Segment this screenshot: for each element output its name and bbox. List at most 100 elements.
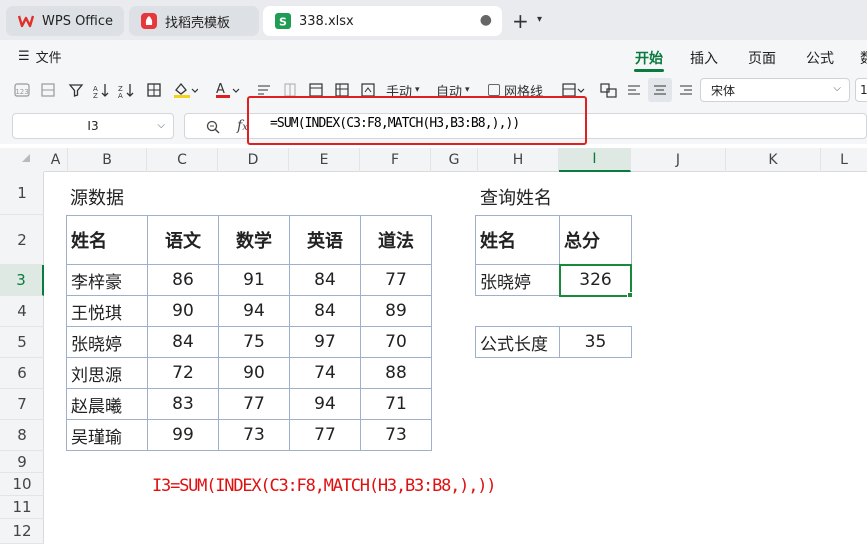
- cell-score[interactable]: 89: [360, 295, 432, 327]
- menu-hamburger-icon: ☰: [18, 49, 30, 64]
- cell-score[interactable]: 73: [360, 419, 432, 451]
- fill-handle[interactable]: [627, 292, 633, 298]
- cell-score[interactable]: 94: [289, 388, 361, 420]
- active-cell-outline: [559, 264, 632, 297]
- row-header-3[interactable]: 3: [0, 265, 44, 296]
- cell-score[interactable]: 84: [289, 295, 361, 327]
- filter-icon[interactable]: [68, 81, 84, 99]
- row-header-6[interactable]: 6: [0, 358, 44, 389]
- column-header-l[interactable]: L: [821, 148, 867, 172]
- close-tab-icon[interactable]: ●: [480, 12, 492, 28]
- clear-format-icon[interactable]: [40, 81, 56, 99]
- column-header-h[interactable]: H: [478, 148, 559, 172]
- cell-score[interactable]: 91: [218, 264, 290, 296]
- source-data-label[interactable]: 源数据: [70, 184, 124, 210]
- font-family-select[interactable]: 宋体 ⌵: [700, 78, 850, 102]
- sort-ascending-icon[interactable]: AZ: [93, 81, 111, 99]
- row-header-1[interactable]: 1: [0, 172, 44, 215]
- tab-template[interactable]: 找稻壳模板: [129, 6, 259, 36]
- cell-name[interactable]: 吴瑾瑜: [66, 419, 148, 451]
- query-header-total[interactable]: 总分: [559, 215, 632, 265]
- header-cell-math[interactable]: 数学: [218, 215, 290, 265]
- cell-score[interactable]: 77: [289, 419, 361, 451]
- ribbon-tab-start[interactable]: 开始: [635, 48, 663, 68]
- query-name-label[interactable]: 查询姓名: [480, 184, 552, 210]
- cell-score[interactable]: 99: [147, 419, 219, 451]
- formula-note[interactable]: I3=SUM(INDEX(C3:F8,MATCH(H3,B3:B8,),)): [152, 476, 497, 496]
- cell-score[interactable]: 84: [289, 264, 361, 296]
- ribbon-tab-insert[interactable]: 插入: [690, 48, 718, 68]
- cell-name[interactable]: 王悦琪: [66, 295, 148, 327]
- file-menu[interactable]: ☰ 文件: [18, 47, 62, 66]
- query-name-cell[interactable]: 张晓婷: [475, 264, 560, 296]
- ribbon-tab-data[interactable]: 数: [860, 48, 867, 68]
- row-header-5[interactable]: 5: [0, 327, 44, 358]
- align-right-icon[interactable]: [678, 81, 694, 99]
- row-header-10[interactable]: 10: [0, 473, 44, 496]
- cell-name[interactable]: 刘思源: [66, 357, 148, 389]
- ribbon-tab-formula[interactable]: 公式: [806, 48, 834, 68]
- ribbon-tab-page[interactable]: 页面: [748, 48, 776, 68]
- row-header-7[interactable]: 7: [0, 389, 44, 420]
- cell-name[interactable]: 赵晨曦: [66, 388, 148, 420]
- zoom-icon[interactable]: [206, 119, 220, 138]
- new-tab-icon[interactable]: +: [512, 9, 529, 33]
- tab-wps-office[interactable]: WPS Office: [6, 6, 124, 36]
- cell-score[interactable]: 75: [218, 326, 290, 358]
- cell-score[interactable]: 90: [218, 357, 290, 389]
- column-header-i[interactable]: I: [559, 148, 631, 172]
- cell-score[interactable]: 72: [147, 357, 219, 389]
- row-header-2[interactable]: 2: [0, 215, 44, 265]
- sort-descending-icon[interactable]: ZA: [118, 81, 136, 99]
- row-header-8[interactable]: 8: [0, 420, 44, 451]
- header-cell-name[interactable]: 姓名: [66, 215, 148, 265]
- tab-list-chevron-icon[interactable]: ▾: [537, 14, 542, 25]
- row-header-12[interactable]: 12: [0, 519, 44, 544]
- column-header-k[interactable]: K: [726, 148, 821, 172]
- cell-score[interactable]: 90: [147, 295, 219, 327]
- cell-score[interactable]: 74: [289, 357, 361, 389]
- formula-length-label[interactable]: 公式长度: [475, 326, 560, 358]
- column-header-j[interactable]: J: [631, 148, 726, 172]
- cell-score[interactable]: 77: [218, 388, 290, 420]
- gridlines-checkbox[interactable]: [488, 84, 500, 96]
- column-header-d[interactable]: D: [218, 148, 289, 172]
- column-header-a[interactable]: A: [44, 148, 68, 172]
- column-header-f[interactable]: F: [360, 148, 431, 172]
- align-left-icon[interactable]: [626, 81, 642, 99]
- conditional-format-icon[interactable]: [600, 81, 618, 99]
- row-header-11[interactable]: 11: [0, 496, 44, 519]
- cell-score[interactable]: 97: [289, 326, 361, 358]
- header-cell-ethics[interactable]: 道法: [360, 215, 432, 265]
- cell-score[interactable]: 73: [218, 419, 290, 451]
- cell-score[interactable]: 71: [360, 388, 432, 420]
- fill-color-icon[interactable]: [172, 81, 198, 99]
- row-header-9[interactable]: 9: [0, 451, 44, 473]
- column-header-b[interactable]: B: [68, 148, 147, 172]
- cell-score[interactable]: 84: [147, 326, 219, 358]
- column-header-e[interactable]: E: [289, 148, 360, 172]
- font-color-icon[interactable]: A: [214, 81, 240, 99]
- cell-name[interactable]: 李梓豪: [66, 264, 148, 296]
- row-header-4[interactable]: 4: [0, 296, 44, 327]
- font-size-select[interactable]: 1: [855, 78, 867, 102]
- cell-score[interactable]: 88: [360, 357, 432, 389]
- number-format-icon[interactable]: 123: [14, 81, 30, 99]
- cell-name[interactable]: 张晓婷: [66, 326, 148, 358]
- cell-score[interactable]: 70: [360, 326, 432, 358]
- header-cell-chinese[interactable]: 语文: [147, 215, 219, 265]
- header-cell-english[interactable]: 英语: [289, 215, 361, 265]
- cell-score[interactable]: 83: [147, 388, 219, 420]
- column-header-c[interactable]: C: [147, 148, 218, 172]
- name-box[interactable]: I3 ⌵: [12, 113, 174, 139]
- formula-length-value[interactable]: 35: [559, 326, 632, 358]
- cell-score[interactable]: 77: [360, 264, 432, 296]
- tab-file-338[interactable]: S 338.xlsx ●: [263, 6, 502, 36]
- cell-score[interactable]: 94: [218, 295, 290, 327]
- column-header-g[interactable]: G: [431, 148, 478, 172]
- cell-score[interactable]: 86: [147, 264, 219, 296]
- align-center-icon[interactable]: [648, 78, 672, 102]
- query-header-name[interactable]: 姓名: [475, 215, 560, 265]
- borders-icon[interactable]: [146, 81, 162, 99]
- svg-text:A: A: [216, 82, 225, 97]
